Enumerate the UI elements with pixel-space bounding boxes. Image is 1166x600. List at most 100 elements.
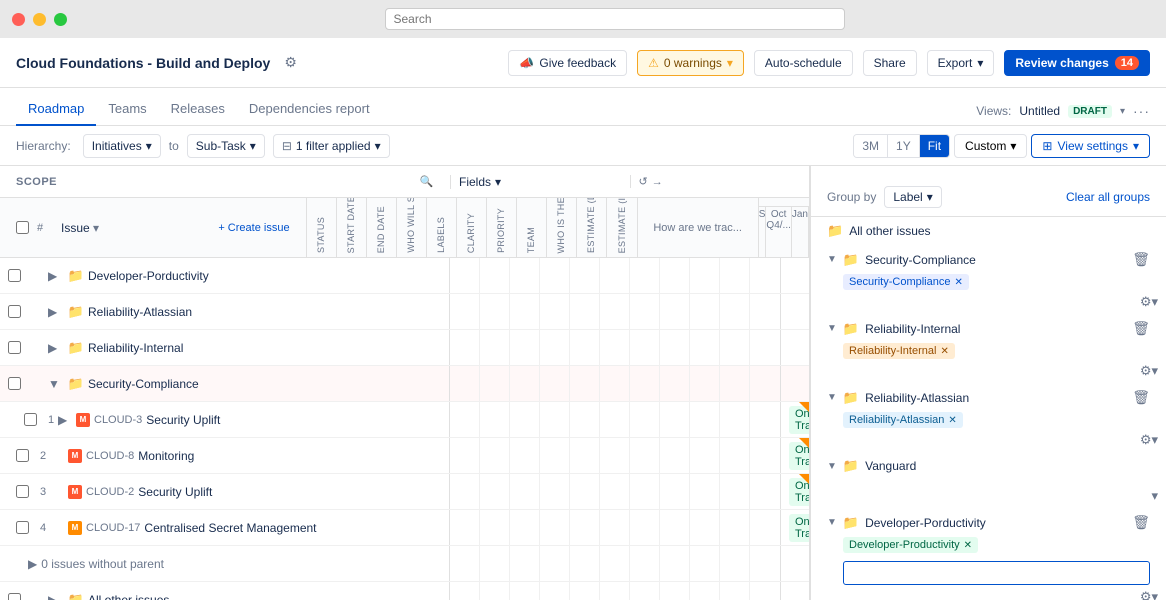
feedback-button[interactable]: 📣 Give feedback [508, 50, 627, 76]
panel-group-row[interactable]: ▼ 📁 Developer-Porductivity 🗑 [811, 508, 1166, 537]
delete-group-icon[interactable]: 🗑 [1132, 514, 1150, 531]
row-checkbox-container [8, 593, 28, 600]
collapse-icon[interactable]: ▼ [827, 254, 837, 265]
table-row[interactable]: 1 ▶ M CLOUD-3 Security Uplift On Track ⚙… [0, 402, 809, 438]
export-button[interactable]: Export ▾ [927, 50, 995, 76]
remove-tag-icon[interactable]: ✕ [948, 415, 956, 426]
settings-icon[interactable]: ⚙ [1140, 363, 1152, 379]
row-checkbox[interactable] [16, 521, 29, 534]
row-field [570, 546, 600, 581]
hierarchy-from-button[interactable]: Initiatives ▾ [83, 134, 161, 158]
row-checkbox[interactable] [8, 305, 21, 318]
panel-group-row[interactable]: ▼ 📁 Reliability-Internal 🗑 [811, 314, 1166, 343]
table-row[interactable]: ▶ 📁 Reliability-Internal [0, 330, 809, 366]
collapse-icon[interactable]: ▼ [827, 461, 837, 472]
expand-icon[interactable]: ▶ [48, 341, 64, 355]
autoschedule-button[interactable]: Auto-schedule [754, 50, 853, 76]
panel-all-other-row[interactable]: 📁 All other issues [811, 217, 1166, 245]
search-input[interactable] [385, 8, 845, 30]
time-3m-button[interactable]: 3M [854, 135, 888, 157]
create-issue-link[interactable]: + Create issue [218, 222, 289, 234]
table-row[interactable]: ▶ 📁 All other issues [0, 582, 809, 600]
hierarchy-to-button[interactable]: Sub-Task ▾ [187, 134, 265, 158]
timeline-nav-right[interactable]: → [652, 176, 663, 188]
expand-icon[interactable]: ▼ [48, 377, 64, 391]
folder-icon: 📁 [68, 592, 84, 600]
chevron-down-icon[interactable]: ▾ [1151, 589, 1158, 600]
scope-search-icon[interactable]: 🔍 [420, 175, 434, 188]
row-checkbox[interactable] [16, 485, 29, 498]
view-options-icon[interactable]: ··· [1133, 103, 1150, 119]
row-checkbox[interactable] [24, 413, 37, 426]
row-checkbox[interactable] [8, 341, 21, 354]
collapse-icon[interactable]: ▼ [827, 517, 837, 528]
row-field [720, 330, 750, 365]
expand-icon[interactable]: ▶ [48, 305, 64, 319]
time-fit-button[interactable]: Fit [920, 135, 949, 157]
fields-header[interactable]: Fields ▾ [450, 175, 630, 189]
review-changes-button[interactable]: Review changes 14 [1004, 50, 1150, 76]
chevron-down-icon[interactable]: ▾ [1151, 363, 1158, 379]
settings-icon[interactable]: ⚙ [284, 54, 297, 71]
table-row[interactable]: ▶ 📁 Developer-Porductivity [0, 258, 809, 294]
tab-dependencies[interactable]: Dependencies report [237, 93, 382, 126]
table-row[interactable]: 3 ▶ M CLOUD-2 Security Uplift On Track ⚙… [0, 474, 809, 510]
delete-group-icon[interactable]: 🗑 [1132, 389, 1150, 406]
panel-group-row[interactable]: ▼ 📁 Reliability-Atlassian 🗑 [811, 383, 1166, 412]
row-checkbox[interactable] [8, 593, 21, 600]
view-chevron-icon[interactable]: ▾ [1120, 106, 1125, 117]
row-tracking: On Track ⚙ ▾ [781, 514, 809, 542]
tab-roadmap[interactable]: Roadmap [16, 93, 96, 126]
table-row[interactable]: ▼ 📁 Security-Compliance [0, 366, 809, 402]
chevron-down-icon[interactable]: ▾ [1151, 488, 1158, 504]
tab-teams[interactable]: Teams [96, 93, 158, 126]
row-label: Monitoring [138, 449, 441, 463]
close-button[interactable] [12, 13, 25, 26]
row-checkbox[interactable] [8, 269, 21, 282]
expand-icon[interactable]: ▶ [48, 269, 64, 283]
panel-vanguard-group: ▼ 📁 Vanguard ▾ [811, 452, 1166, 504]
panel-group-row[interactable]: ▼ 📁 Vanguard [811, 452, 1166, 480]
select-all-checkbox[interactable] [16, 221, 29, 234]
filter-button[interactable]: ⊟ 1 filter applied ▾ [273, 134, 390, 158]
row-field [720, 258, 750, 293]
warnings-button[interactable]: ⚠ 0 warnings ▾ [637, 50, 744, 76]
expand-icon[interactable]: ▶ [28, 557, 37, 571]
clear-all-groups-button[interactable]: Clear all groups [1066, 190, 1150, 204]
table-row[interactable]: ▶ 📁 Reliability-Atlassian [0, 294, 809, 330]
settings-icon[interactable]: ⚙ [1140, 589, 1152, 600]
remove-tag-icon[interactable]: ✕ [954, 277, 962, 288]
expand-icon[interactable]: ▶ [48, 593, 64, 600]
row-field [450, 366, 480, 401]
field-labels-label: LABELS [436, 217, 446, 253]
group-by-select[interactable]: Label ▾ [884, 186, 941, 208]
settings-icon[interactable]: ⚙ [1140, 432, 1152, 448]
time-1y-button[interactable]: 1Y [888, 135, 920, 157]
collapse-icon[interactable]: ▼ [827, 392, 837, 403]
row-field [750, 330, 780, 365]
panel-group-row[interactable]: ▼ 📁 Security-Compliance 🗑 [811, 245, 1166, 274]
row-checkbox[interactable] [16, 449, 29, 462]
table-row[interactable]: ▶ 0 issues without parent [0, 546, 809, 582]
table-row[interactable]: 2 ▶ M CLOUD-8 Monitoring On Track ⚙ ▾ [0, 438, 809, 474]
view-settings-button[interactable]: ⊞ View settings ▾ [1031, 134, 1150, 158]
tab-releases[interactable]: Releases [159, 93, 237, 126]
expand-icon[interactable]: ▶ [58, 413, 74, 427]
custom-time-button[interactable]: Custom ▾ [954, 134, 1027, 158]
remove-tag-icon[interactable]: ✕ [940, 346, 948, 357]
remove-tag-icon[interactable]: ✕ [964, 540, 972, 551]
minimize-button[interactable] [33, 13, 46, 26]
row-checkbox[interactable] [8, 377, 21, 390]
maximize-button[interactable] [54, 13, 67, 26]
delete-group-icon[interactable]: 🗑 [1132, 320, 1150, 337]
table-row[interactable]: 4 ▶ M CLOUD-17 Centralised Secret Manage… [0, 510, 809, 546]
timeline-nav-left[interactable]: ↺ [639, 175, 648, 188]
delete-group-icon[interactable]: 🗑 [1132, 251, 1150, 268]
scope-panel: SCOPE 🔍 Fields ▾ ↺ → # Issue ▾ [0, 166, 810, 600]
add-tag-input[interactable] [843, 561, 1150, 585]
collapse-icon[interactable]: ▼ [827, 323, 837, 334]
chevron-down-icon[interactable]: ▾ [1151, 294, 1158, 310]
chevron-down-icon[interactable]: ▾ [1151, 432, 1158, 448]
share-button[interactable]: Share [863, 50, 917, 76]
settings-icon[interactable]: ⚙ [1140, 294, 1152, 310]
